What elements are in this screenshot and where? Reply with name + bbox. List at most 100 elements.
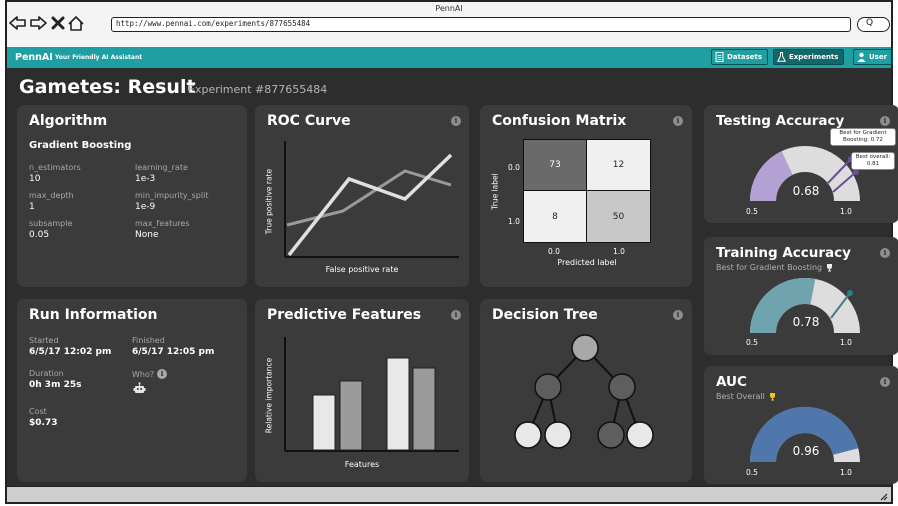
gauge-min-label: 0.5 <box>746 207 758 216</box>
search-button[interactable]: Q <box>857 17 890 32</box>
tree-leaf <box>544 421 572 449</box>
roc-ylabel: True positive rate <box>264 168 274 235</box>
confusion-cell: 8 <box>524 191 587 242</box>
feature-bar <box>312 394 336 451</box>
page-title: Gametes: Result <box>19 76 196 98</box>
info-icon[interactable]: i <box>673 116 683 126</box>
param-value: 1e-3 <box>135 174 156 184</box>
forward-button[interactable] <box>29 15 47 31</box>
duration-value: 0h 3m 25s <box>29 380 82 390</box>
user-icon <box>857 52 866 62</box>
tree-node <box>534 373 562 401</box>
param-value: 1 <box>29 202 35 212</box>
features-xlabel: Features <box>344 460 380 469</box>
who-label-row: Who? i <box>132 369 168 379</box>
who-label: Who? <box>132 369 155 379</box>
cost-label: Cost <box>29 407 47 416</box>
run-title: Run Information <box>29 307 158 323</box>
robot-icon <box>133 382 146 393</box>
decision-tree-card: Decision Tree i <box>480 299 692 482</box>
confusion-grid: 73 12 8 50 <box>523 139 651 243</box>
param-value: None <box>135 230 159 240</box>
row-label: 0.0 <box>508 163 520 172</box>
app-navbar: PennAI Your Friendly AI Assistant Datase… <box>7 47 894 68</box>
gauge-max-label: 1.0 <box>840 338 852 347</box>
roc-curve-card: ROC Curve i False positive rate True pos… <box>255 105 469 287</box>
flask-icon <box>777 52 786 62</box>
back-button[interactable] <box>9 15 27 31</box>
roc-chart <box>284 141 459 258</box>
confusion-title: Confusion Matrix <box>492 113 627 129</box>
param-label: learning_rate <box>135 163 188 172</box>
started-label: Started <box>29 336 59 345</box>
row-label: 1.0 <box>508 217 520 226</box>
resize-grip-icon[interactable] <box>878 491 888 501</box>
status-bar <box>7 486 891 502</box>
testing-accuracy-card: Testing Accuracy i 0.68 0.5 1.0 Best for… <box>704 105 898 223</box>
tooltip-best-overall: Best overall: 0.81 <box>851 152 895 170</box>
browser-window: PennAI http://www.pennai.com/experiments… <box>5 0 898 504</box>
confusion-xlabel: Predicted label <box>557 258 617 267</box>
training-value: 0.78 <box>792 315 820 329</box>
gauge-min-label: 0.5 <box>746 338 758 347</box>
param-value: 10 <box>29 174 41 184</box>
confusion-matrix-card: Confusion Matrix i 73 12 8 50 0.0 1.0 0.… <box>480 105 692 287</box>
nav-datasets-label: Datasets <box>727 53 763 61</box>
gauge-marker-dot <box>847 290 853 296</box>
auc-gauge <box>749 406 860 462</box>
auc-card: AUC i Best Overall 0.96 0.5 1.0 <box>704 366 898 484</box>
nav-user-label: User <box>869 53 888 61</box>
param-label: max_depth <box>29 191 74 200</box>
info-icon[interactable]: i <box>157 369 168 379</box>
decision-tree-diagram <box>514 334 654 449</box>
auc-value: 0.96 <box>792 444 820 458</box>
features-chart <box>284 337 459 452</box>
algorithm-title: Algorithm <box>29 113 108 129</box>
roc-curve-white <box>287 153 453 257</box>
testing-value: 0.68 <box>792 184 820 198</box>
training-accuracy-card: Training Accuracy i Best for Gradient Bo… <box>704 237 898 355</box>
cost-value: $0.73 <box>29 418 58 428</box>
feature-bar <box>412 367 436 451</box>
search-icon: Q <box>866 18 874 28</box>
tree-leaf <box>514 421 542 449</box>
brand-tagline: Your Friendly AI Assistant <box>55 54 143 61</box>
nav-experiments-button[interactable]: Experiments <box>773 49 845 65</box>
gauge-min-label: 0.5 <box>746 468 758 477</box>
param-label: n_estimators <box>29 163 81 172</box>
param-label: subsample <box>29 219 73 228</box>
col-label: 1.0 <box>613 247 625 256</box>
tooltip-best-gradient: Best for Gradient Boosting: 0.72 <box>830 128 896 146</box>
tree-leaf <box>626 421 654 449</box>
param-value: 0.05 <box>29 230 50 240</box>
nav-user-button[interactable]: User <box>853 49 894 65</box>
algorithm-card: Algorithm Gradient Boosting n_estimators… <box>17 105 247 287</box>
param-label: min_impurity_split <box>135 191 209 200</box>
confusion-cell: 12 <box>587 140 650 191</box>
address-bar[interactable]: http://www.pennai.com/experiments/877655… <box>111 17 851 32</box>
home-button[interactable] <box>67 15 85 31</box>
col-label: 0.0 <box>548 247 560 256</box>
nav-datasets-button[interactable]: Datasets <box>711 49 769 65</box>
brand-logo[interactable]: PennAI <box>15 52 53 63</box>
finished-value: 6/5/17 12:05 pm <box>132 347 215 357</box>
duration-label: Duration <box>29 369 64 378</box>
param-value: 1e-9 <box>135 202 156 212</box>
gauge-max-label: 1.0 <box>840 468 852 477</box>
algorithm-name: Gradient Boosting <box>29 140 132 151</box>
experiment-id: Experiment #877655484 <box>188 83 328 96</box>
training-gauge <box>750 278 860 333</box>
param-label: max_features <box>135 219 190 228</box>
confusion-cell: 73 <box>524 140 587 191</box>
feature-bar <box>386 357 410 451</box>
close-icon <box>51 16 65 30</box>
gauge-max-label: 1.0 <box>840 207 852 216</box>
confusion-ylabel: True label <box>490 173 500 210</box>
stop-button[interactable] <box>49 15 67 31</box>
document-icon <box>715 52 724 62</box>
confusion-cell: 50 <box>587 191 650 242</box>
forward-arrow-icon <box>30 16 47 30</box>
features-ylabel: Relative importance <box>264 357 274 434</box>
window-title: PennAI <box>435 4 463 13</box>
tree-node <box>608 373 636 401</box>
